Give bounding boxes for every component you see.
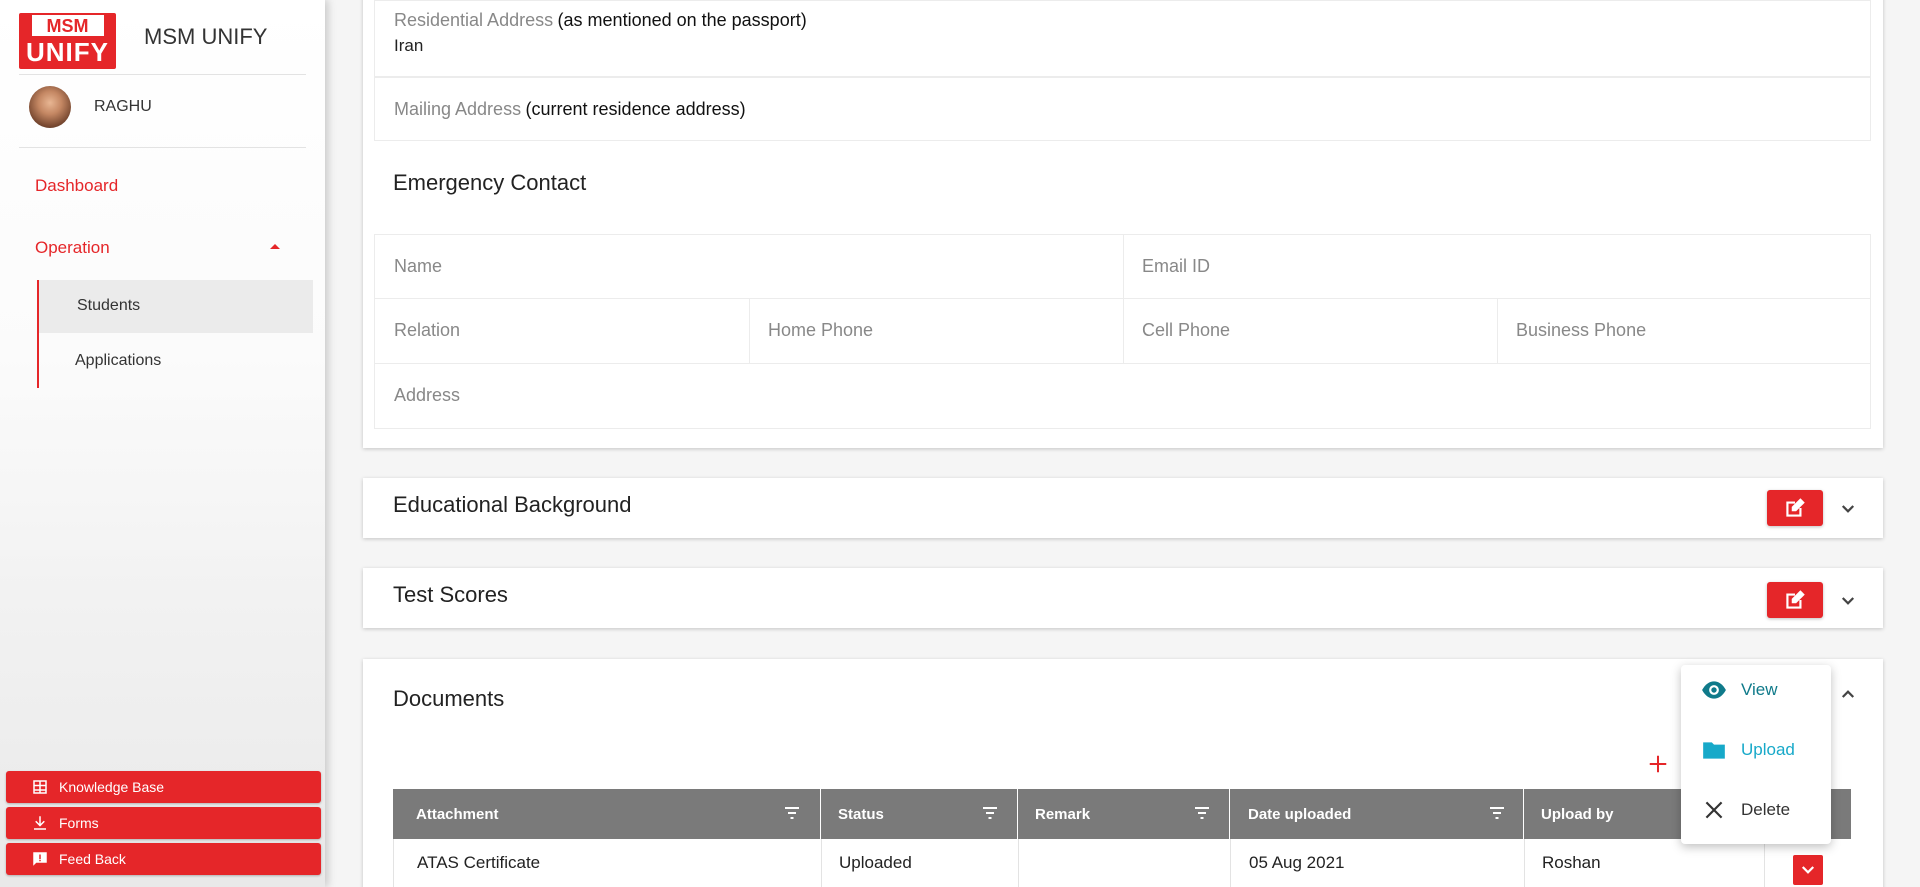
chevron-down-icon[interactable] [1839,592,1857,610]
feedback-label: Feed Back [59,851,126,867]
filter-icon[interactable] [1194,806,1210,820]
emergency-row-3: Address [374,364,1871,429]
caret-up-icon[interactable] [270,244,280,249]
divider [1123,235,1124,298]
avatar[interactable] [29,86,71,128]
residential-address-value: Iran [394,36,424,55]
row-actions-button[interactable] [1793,855,1823,885]
feedback-icon [33,852,47,866]
mailing-address-row: Mailing Address (current residence addre… [374,77,1871,141]
divider [1123,299,1124,363]
column-header-upload-by[interactable]: Upload by [1541,789,1614,839]
emergency-cell-phone-label: Cell Phone [1142,320,1231,340]
subnav-indicator [37,280,39,388]
emergency-address-label: Address [394,385,461,405]
chevron-up-icon[interactable] [1839,685,1857,703]
divider [19,74,306,75]
emergency-name-label: Name [394,256,443,276]
cell-date-uploaded: 05 Aug 2021 [1249,853,1345,872]
cell-status: Uploaded [839,853,912,872]
user-name[interactable]: RAGHU [94,98,152,116]
emergency-row-2: Relation Home Phone Cell Phone Business … [374,299,1871,364]
knowledge-base-label: Knowledge Base [59,779,165,795]
test-scores-title: Test Scores [393,582,508,607]
brand-name: MSM UNIFY [144,24,268,49]
sidebar-item-students-label[interactable]: Students [77,297,140,315]
edit-icon [1786,590,1805,609]
row-actions-menu: View Upload Delete [1681,665,1831,844]
filter-icon[interactable] [982,806,998,820]
logo[interactable]: MSM UNIFY [19,13,116,69]
documents-table-header: Attachment Status Remark Date uploaded U… [393,789,1851,839]
divider [19,147,306,148]
column-header-attachment[interactable]: Attachment [416,789,499,839]
folder-icon [1703,742,1725,759]
column-header-remark[interactable]: Remark [1035,789,1090,839]
menu-item-upload[interactable]: Upload [1701,737,1795,763]
menu-item-view[interactable]: View [1701,677,1778,703]
documents-title: Documents [393,686,505,711]
menu-item-view-label: View [1741,680,1778,699]
cell-attachment: ATAS Certificate [417,853,541,872]
building-icon [33,780,47,794]
eye-icon [1702,681,1726,699]
residential-address-note: (as mentioned on the passport) [557,10,807,30]
forms-button[interactable]: Forms [6,807,321,839]
nav-operation[interactable]: Operation [35,238,110,258]
filter-icon[interactable] [784,806,800,820]
mailing-address-note: (current residence address) [525,99,746,119]
edit-education-button[interactable] [1767,490,1823,526]
emergency-email-label: Email ID [1142,256,1211,276]
feedback-button[interactable]: Feed Back [6,843,321,875]
sidebar-item-applications[interactable]: Applications [75,352,161,370]
close-icon [1705,801,1723,819]
edit-test-scores-button[interactable] [1767,582,1823,618]
educational-background-title: Educational Background [393,492,632,517]
menu-item-delete-label: Delete [1741,800,1791,819]
menu-item-upload-label: Upload [1741,740,1795,759]
educational-background-panel[interactable]: Educational Background [363,478,1883,538]
forms-label: Forms [59,815,99,831]
residential-address-label: Residential Address [394,10,554,30]
emergency-business-phone-label: Business Phone [1516,320,1647,340]
test-scores-panel[interactable]: Test Scores [363,568,1883,628]
sidebar: MSM UNIFY MSM UNIFY RAGHU Dashboard Oper… [0,0,325,887]
cell-upload-by: Roshan [1542,853,1601,872]
nav-dashboard[interactable]: Dashboard [35,176,118,196]
emergency-home-phone-label: Home Phone [768,320,874,340]
filter-icon[interactable] [1489,806,1505,820]
mailing-address-label: Mailing Address [394,99,522,119]
column-header-status[interactable]: Status [838,789,884,839]
download-icon [34,816,46,830]
chevron-down-icon [1801,866,1815,874]
residential-address-row: Residential Address (as mentioned on the… [374,0,1871,77]
add-icon[interactable] [1647,753,1669,775]
knowledge-base-button[interactable]: Knowledge Base [6,771,321,803]
menu-item-delete[interactable]: Delete [1701,797,1790,823]
column-header-date-uploaded[interactable]: Date uploaded [1248,789,1351,839]
chevron-down-icon[interactable] [1839,500,1857,518]
divider [1497,299,1498,363]
divider [749,299,750,363]
emergency-row-1: Name Email ID [374,234,1871,299]
table-row: ATAS Certificate Uploaded 05 Aug 2021 Ro… [393,839,1851,887]
personal-info-card: Residential Address (as mentioned on the… [363,0,1883,448]
edit-icon [1786,498,1805,517]
emergency-relation-label: Relation [394,320,461,340]
emergency-contact-title: Emergency Contact [393,170,587,195]
